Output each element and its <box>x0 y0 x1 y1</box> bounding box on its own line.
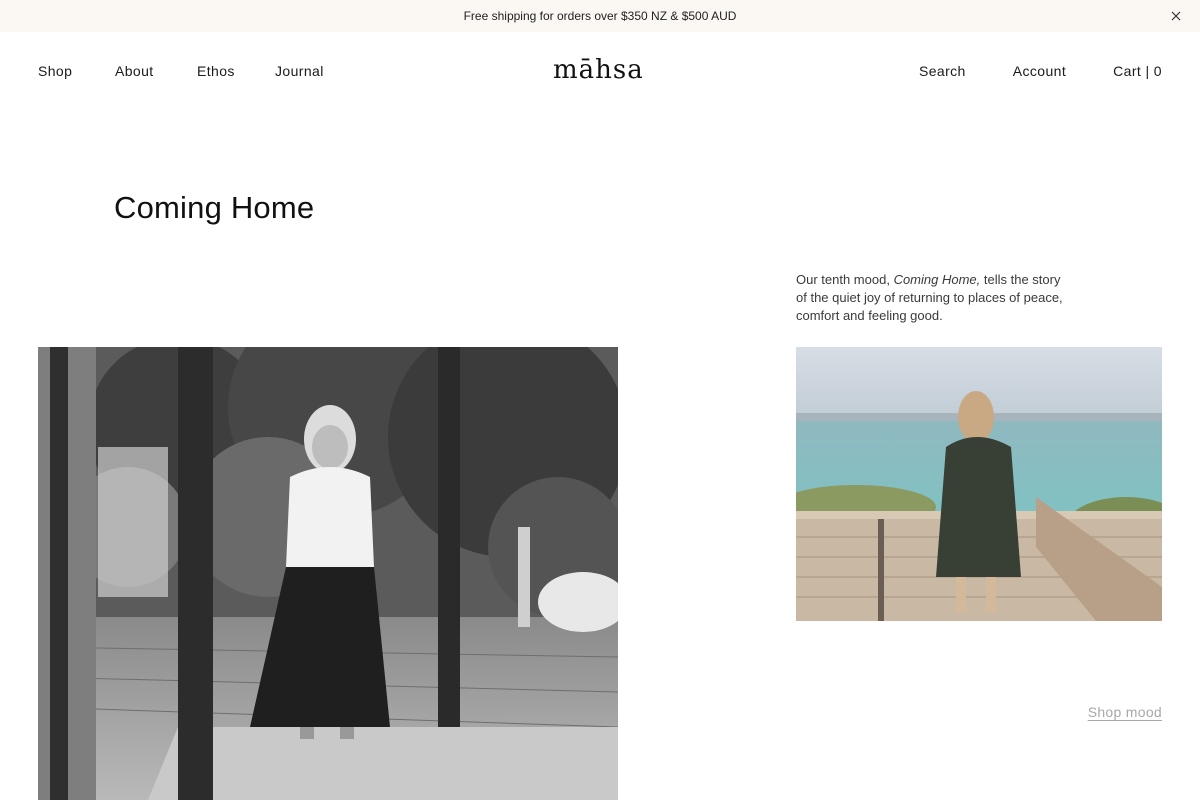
brand-logo[interactable]: māhsa <box>553 54 647 86</box>
mood-intro: Our tenth mood, Coming Home, tells the s… <box>796 271 1066 325</box>
intro-text-italic: Coming Home, <box>893 272 981 287</box>
main-photo <box>38 347 618 800</box>
page-title: Coming Home <box>114 190 315 225</box>
announcement-bar: Free shipping for orders over $350 NZ & … <box>0 0 1200 32</box>
site-header: Shop About Ethos Journal māhsa Search Ac… <box>0 32 1200 112</box>
search-link[interactable]: Search <box>919 63 966 79</box>
shop-mood-link[interactable]: Shop mood <box>1088 704 1162 720</box>
close-icon[interactable] <box>1168 8 1184 24</box>
nav-journal[interactable]: Journal <box>275 63 324 79</box>
cart-link[interactable]: Cart | 0 <box>1113 63 1162 79</box>
account-link[interactable]: Account <box>1013 63 1066 79</box>
nav-shop[interactable]: Shop <box>38 63 115 79</box>
side-photo <box>796 347 1162 621</box>
main-nav: Shop About Ethos Journal <box>38 63 324 79</box>
intro-text-start: Our tenth mood, <box>796 272 894 287</box>
nav-ethos[interactable]: Ethos <box>197 63 275 79</box>
announcement-text: Free shipping for orders over $350 NZ & … <box>463 9 737 23</box>
nav-about[interactable]: About <box>115 63 197 79</box>
utility-nav: Search Account Cart | 0 <box>919 63 1162 79</box>
